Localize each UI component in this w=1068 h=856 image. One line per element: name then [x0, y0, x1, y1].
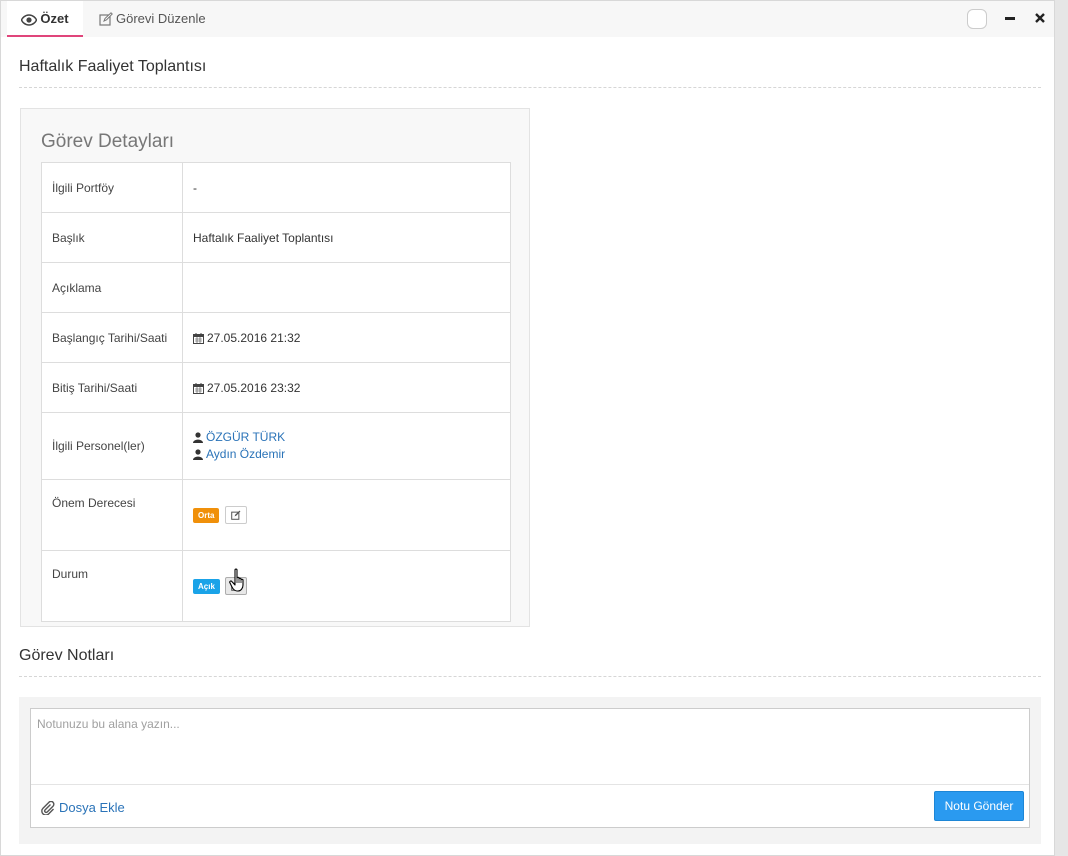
row-label: Bitiş Tarihi/Saati: [41, 362, 183, 413]
row-label: Başlangıç Tarihi/Saati: [41, 312, 183, 363]
table-row: İlgili Personel(ler) ÖZGÜR TÜRK Aydın Öz…: [41, 412, 511, 480]
importance-badge: Orta: [193, 507, 220, 523]
task-window: Özet Görevi Düzenle Haftalık Faaliyet To…: [0, 0, 1055, 856]
row-value: Orta: [182, 479, 511, 551]
window-maximize-button[interactable]: [967, 9, 987, 29]
send-note-button[interactable]: Notu Gönder: [934, 791, 1024, 821]
table-row: Başlık Haftalık Faaliyet Toplantısı: [41, 212, 511, 263]
row-label: Başlık: [41, 212, 183, 263]
row-label: Açıklama: [41, 262, 183, 313]
calendar-icon: [193, 382, 204, 394]
user-icon: [193, 432, 203, 443]
hand-cursor-icon: [229, 568, 244, 592]
divider: [19, 87, 1041, 88]
scrollbar-track[interactable]: [1055, 0, 1068, 856]
status-badge: Açık: [193, 578, 220, 594]
window-close-button[interactable]: [1033, 11, 1047, 25]
person-link[interactable]: Aydın Özdemir: [193, 446, 500, 463]
note-input[interactable]: [31, 709, 1029, 785]
row-value: ÖZGÜR TÜRK Aydın Özdemir: [182, 412, 511, 480]
edit-importance-button[interactable]: [224, 506, 247, 524]
attach-file-label: Dosya Ekle: [59, 800, 125, 815]
tab-edit-label: Görevi Düzenle: [116, 11, 206, 26]
divider: [19, 676, 1041, 677]
row-value: [182, 262, 511, 313]
user-icon: [193, 449, 203, 460]
panel-title: Görev Detayları: [41, 131, 175, 152]
table-row: Açıklama: [41, 262, 511, 313]
notes-title: Görev Notları: [19, 647, 115, 664]
window-minimize-button[interactable]: [1005, 17, 1015, 20]
edit-icon: [231, 510, 241, 520]
person-name: Aydın Özdemir: [206, 447, 286, 461]
task-details-panel: Görev Detayları İlgili Portföy - Başlık …: [20, 108, 530, 627]
calendar-icon: [193, 332, 204, 344]
edit-icon: [99, 12, 113, 26]
table-row: Başlangıç Tarihi/Saati 27.05.2016 21:32: [41, 312, 511, 363]
row-value: -: [182, 162, 511, 213]
tab-summary-label: Özet: [40, 11, 69, 26]
person-link[interactable]: ÖZGÜR TÜRK: [193, 429, 500, 446]
row-label: Önem Derecesi: [41, 479, 183, 551]
row-value: 27.05.2016 23:32: [182, 362, 511, 413]
tab-bar: Özet Görevi Düzenle: [1, 1, 1054, 37]
row-label: İlgili Portföy: [41, 162, 183, 213]
page-title: Haftalık Faaliyet Toplantısı: [19, 58, 207, 75]
notes-panel: Dosya Ekle Notu Gönder: [19, 697, 1041, 844]
end-datetime: 27.05.2016 23:32: [207, 380, 301, 395]
attach-file-link[interactable]: Dosya Ekle: [41, 800, 125, 816]
row-label: İlgili Personel(ler): [41, 412, 183, 480]
table-row: Bitiş Tarihi/Saati 27.05.2016 23:32: [41, 362, 511, 413]
person-name: ÖZGÜR TÜRK: [206, 430, 286, 444]
row-value: 27.05.2016 21:32: [182, 312, 511, 363]
start-datetime: 27.05.2016 21:32: [207, 330, 301, 345]
tab-edit-task[interactable]: Görevi Düzenle: [99, 1, 206, 37]
paperclip-icon: [41, 800, 55, 816]
task-details-table: İlgili Portföy - Başlık Haftalık Faaliye…: [41, 162, 511, 622]
close-icon: [1035, 13, 1045, 23]
table-row: İlgili Portföy -: [41, 162, 511, 213]
row-value: Haftalık Faaliyet Toplantısı: [182, 212, 511, 263]
row-label: Durum: [41, 550, 183, 622]
tab-summary[interactable]: Özet: [7, 1, 83, 37]
table-row: Önem Derecesi Orta: [41, 479, 511, 551]
note-composer: Dosya Ekle Notu Gönder: [30, 708, 1030, 828]
table-row: Durum Açık: [41, 550, 511, 622]
eye-icon: [21, 14, 38, 26]
